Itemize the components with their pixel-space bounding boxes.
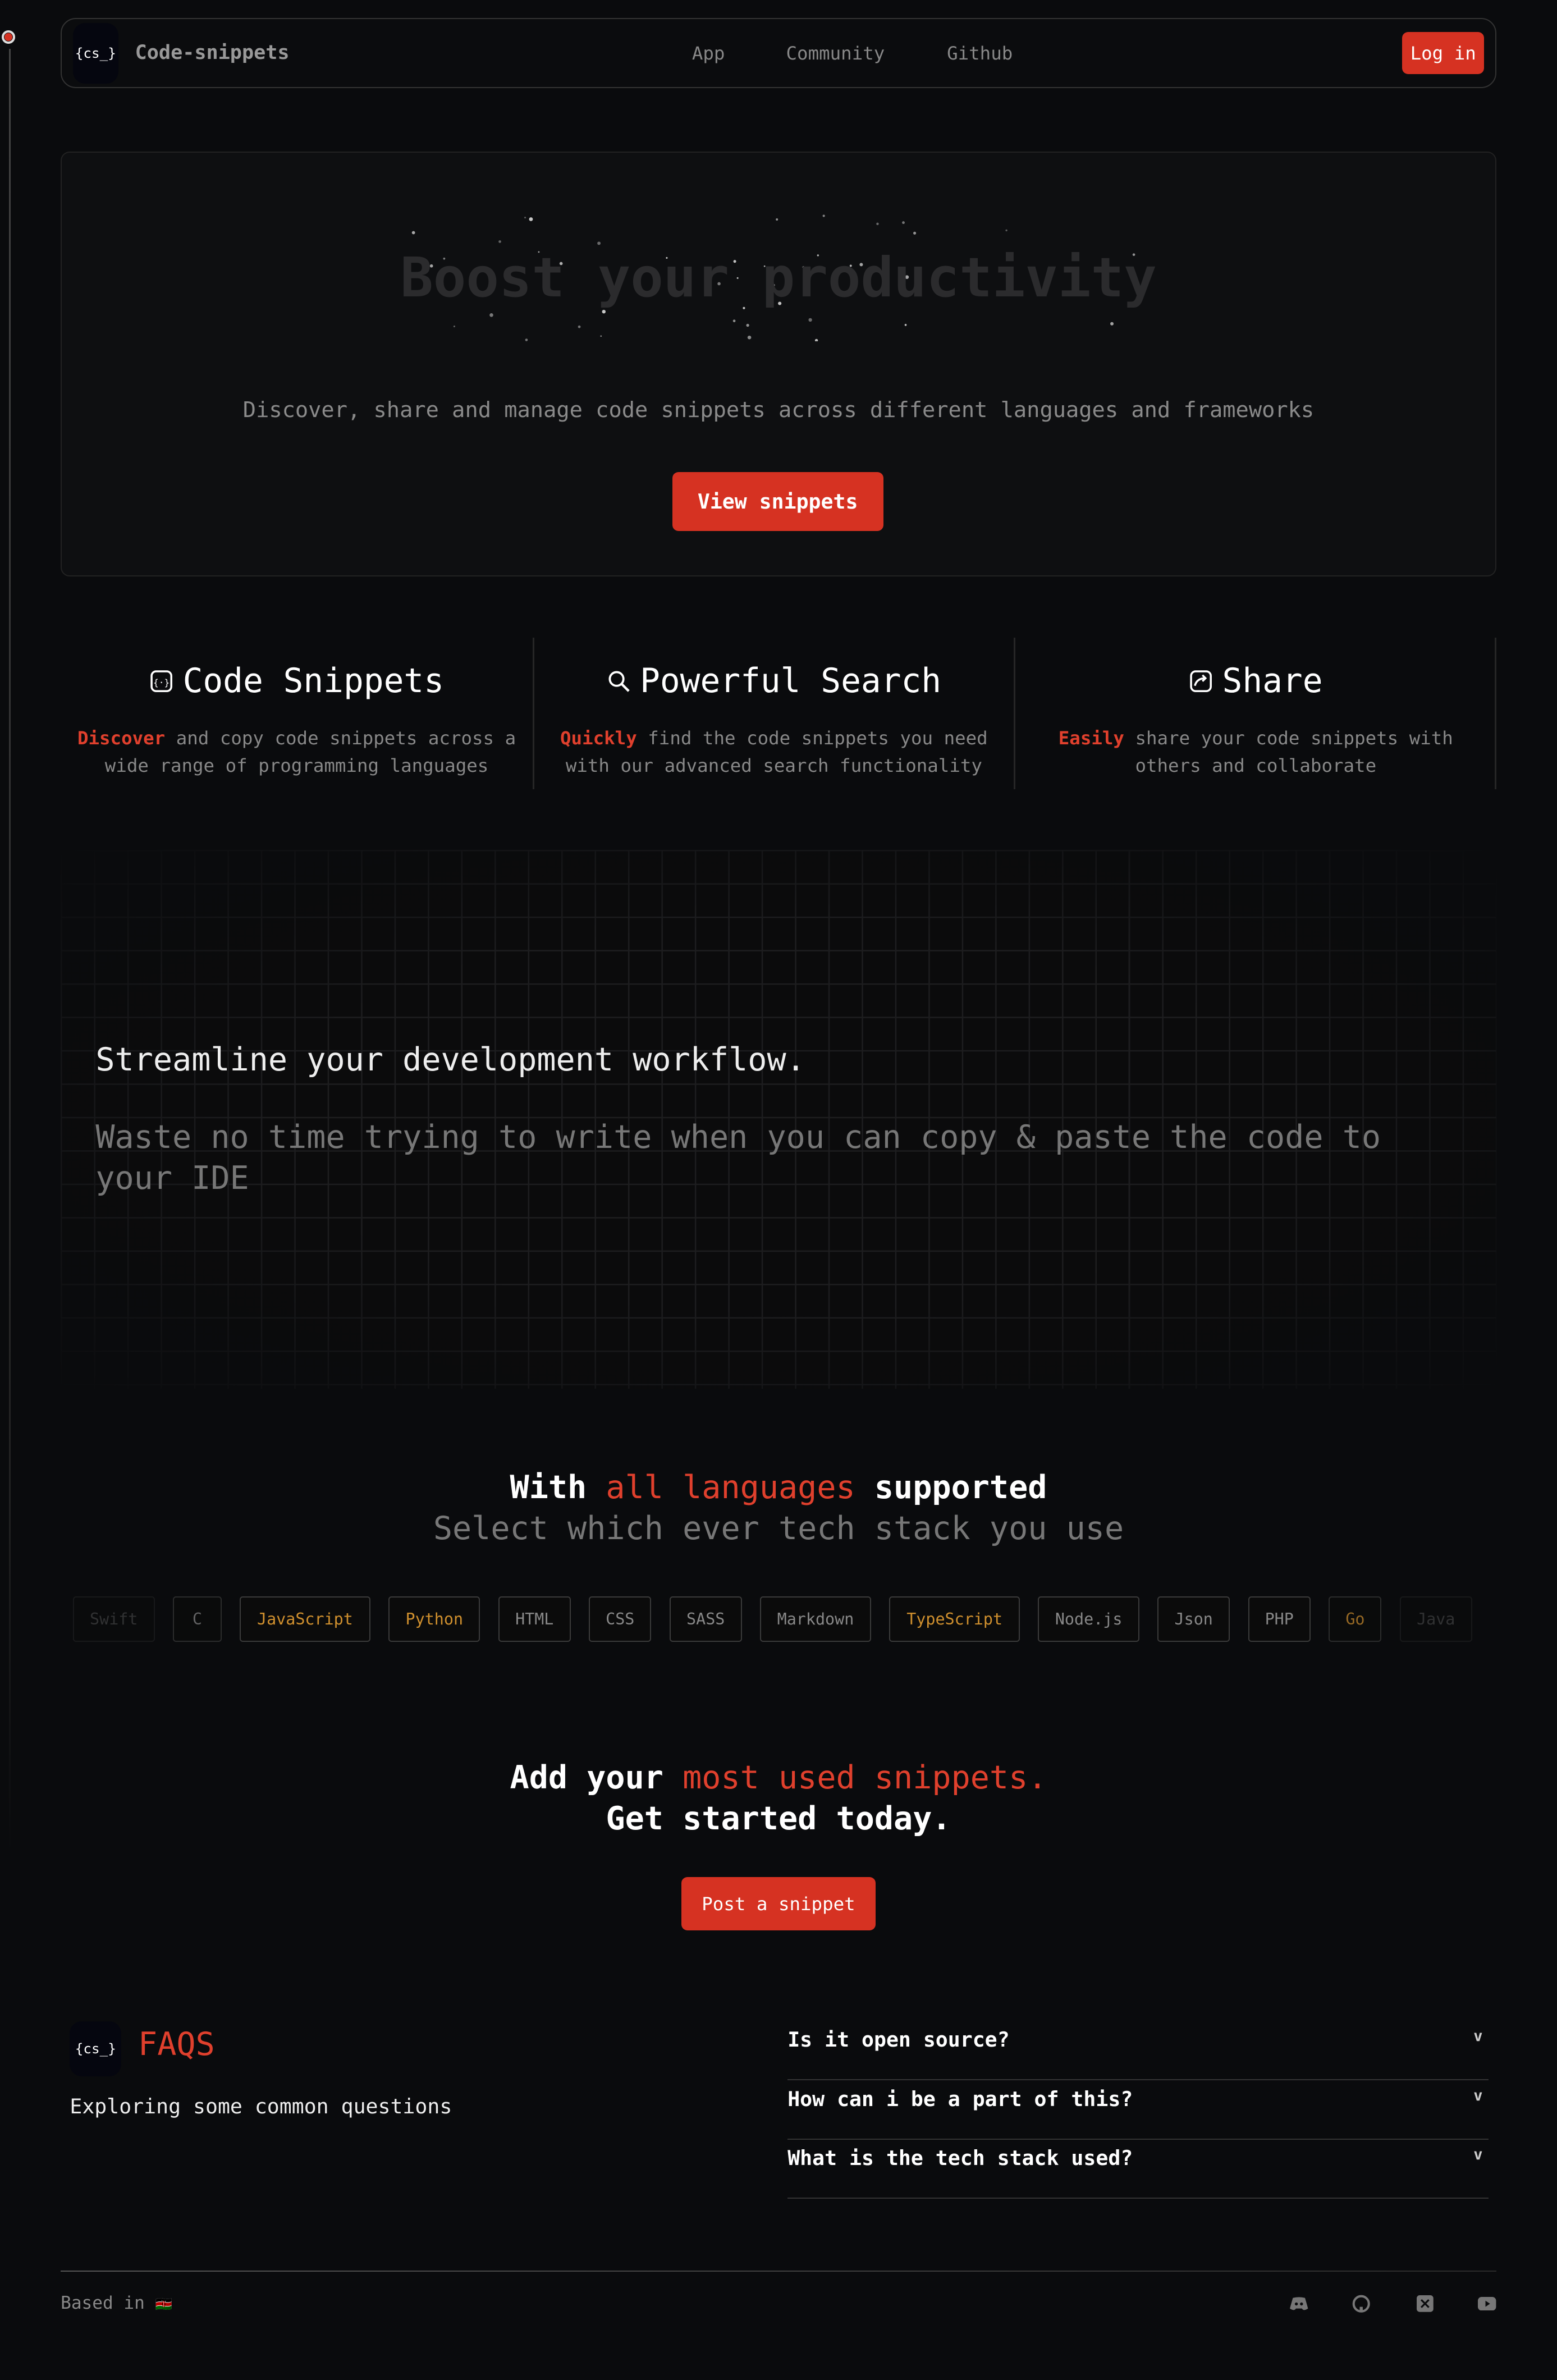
sparkle — [529, 217, 533, 221]
sparkle — [876, 222, 879, 225]
sparkle — [524, 216, 526, 218]
workflow-title: Streamline your development workflow. — [95, 1041, 805, 1078]
language-chip[interactable]: Json — [1157, 1596, 1230, 1642]
faq-logo: {cs_} — [70, 2021, 122, 2076]
sparkle — [913, 231, 917, 235]
sparkle — [732, 319, 736, 322]
faq-question: How can i be a part of this? — [787, 2086, 1133, 2111]
nav-community[interactable]: Community — [786, 43, 885, 64]
language-chip[interactable]: JavaScript — [240, 1596, 370, 1642]
hero-subtitle: Discover, share and manage code snippets… — [242, 397, 1315, 423]
view-snippets-button[interactable]: View snippets — [672, 472, 883, 532]
sparkle — [822, 214, 825, 217]
sparkle — [776, 218, 779, 221]
sparkle — [411, 231, 415, 234]
feature-share: Share Easily share your code snippets wi… — [1015, 638, 1496, 789]
language-chip[interactable]: Java — [1399, 1596, 1472, 1642]
chevron-down-icon: v — [1473, 2086, 1483, 2104]
faq-item[interactable]: What is the tech stack used? v — [787, 2139, 1489, 2199]
language-chip[interactable]: PHP — [1248, 1596, 1311, 1642]
language-chip[interactable]: Markdown — [760, 1596, 871, 1642]
footer-divider — [61, 2270, 1496, 2272]
heading-text: supported — [855, 1469, 1047, 1507]
language-chip[interactable]: Python — [388, 1596, 480, 1642]
code-icon: {·} — [150, 670, 173, 692]
timeline-line — [9, 48, 11, 1855]
svg-text:{·}: {·} — [153, 677, 170, 688]
search-icon — [608, 671, 630, 692]
workflow-text: Waste no time trying to write when you c… — [95, 1118, 1381, 1197]
logo[interactable]: {cs_} — [72, 22, 118, 84]
cta-subheading: Get started today. — [606, 1800, 951, 1837]
feature-highlight: Easily — [1058, 727, 1124, 749]
feature-title: Code Snippets — [182, 661, 445, 701]
faq-item[interactable]: Is it open source? v — [787, 2020, 1489, 2081]
post-snippet-button[interactable]: Post a snippet — [681, 1877, 876, 1931]
sparkle — [525, 338, 528, 341]
sparkle — [1005, 229, 1008, 231]
chevron-down-icon: v — [1473, 2027, 1483, 2045]
language-chip[interactable]: SASS — [669, 1596, 742, 1642]
kenya-flag: 🇰🇪 — [155, 2296, 172, 2313]
cta-heading: Add your most used snippets. — [0, 1759, 1557, 1796]
sparkle — [453, 325, 455, 327]
share-icon — [1190, 670, 1212, 692]
feature-code-snippets: {·} Code Snippets Discover and copy code … — [61, 638, 533, 789]
faq-title: FAQS — [138, 2026, 215, 2063]
sparkle — [814, 338, 818, 342]
sparkle — [597, 241, 601, 245]
language-chip[interactable]: TypeScript — [889, 1596, 1020, 1642]
language-chip[interactable]: HTML — [498, 1596, 571, 1642]
sparkle — [489, 313, 493, 317]
feature-title: Share — [1222, 661, 1323, 701]
divider — [1495, 637, 1496, 789]
heading-accent: most used snippets. — [683, 1759, 1047, 1796]
sparkle — [904, 323, 907, 326]
sparkle — [578, 325, 581, 328]
sparkle — [747, 335, 752, 340]
github-icon[interactable] — [1352, 2295, 1370, 2313]
chevron-down-icon: v — [1473, 2146, 1483, 2164]
faq-subtitle: Exploring some common questions — [70, 2094, 452, 2119]
faq-item[interactable]: How can i be a part of this? v — [787, 2079, 1489, 2140]
feature-highlight: Discover — [77, 727, 166, 749]
sparkle — [1110, 322, 1114, 326]
sparkle — [600, 335, 602, 337]
feature-title: Powerful Search — [640, 661, 942, 701]
feature-powerful-search: Powerful Search Quickly find the code sn… — [534, 638, 1014, 789]
sparkle — [902, 221, 905, 224]
x-icon[interactable] — [1416, 2295, 1434, 2313]
timeline-dot — [1, 30, 16, 44]
sparkle — [746, 323, 749, 327]
sparkle — [498, 240, 501, 243]
nav-app[interactable]: App — [692, 43, 725, 64]
brand-name[interactable]: Code-snippets — [135, 41, 290, 64]
footer-based-in: Based in 🇰🇪 — [61, 2293, 172, 2313]
login-button[interactable]: Log in — [1402, 31, 1485, 75]
heading-text: With — [510, 1469, 606, 1507]
language-chip[interactable]: C — [173, 1596, 222, 1642]
hero-title: Boost your productivity — [400, 245, 1157, 309]
faq-question: What is the tech stack used? — [787, 2146, 1133, 2171]
feature-text: share your code snippets with others and… — [1124, 727, 1453, 776]
heading-text: Add your — [510, 1759, 683, 1796]
language-chip[interactable]: Node.js — [1038, 1596, 1139, 1642]
language-chip[interactable]: Swift — [72, 1596, 155, 1642]
discord-icon[interactable] — [1290, 2295, 1308, 2313]
language-chip[interactable]: Go — [1329, 1596, 1382, 1642]
feature-highlight: Quickly — [560, 727, 637, 749]
faq-question: Is it open source? — [787, 2027, 1010, 2052]
sparkle — [602, 309, 606, 313]
language-chip[interactable]: CSS — [589, 1596, 652, 1642]
languages-subheading: Select which ever tech stack you use — [433, 1510, 1124, 1548]
sparkle — [808, 318, 812, 322]
nav-github[interactable]: Github — [947, 43, 1013, 64]
based-in-text: Based in — [61, 2293, 145, 2314]
languages-heading: With all languages supported — [0, 1469, 1557, 1506]
feature-text: and copy code snippets across a wide ran… — [104, 727, 516, 776]
youtube-icon[interactable] — [1478, 2295, 1496, 2313]
heading-accent: all languages — [606, 1469, 855, 1507]
